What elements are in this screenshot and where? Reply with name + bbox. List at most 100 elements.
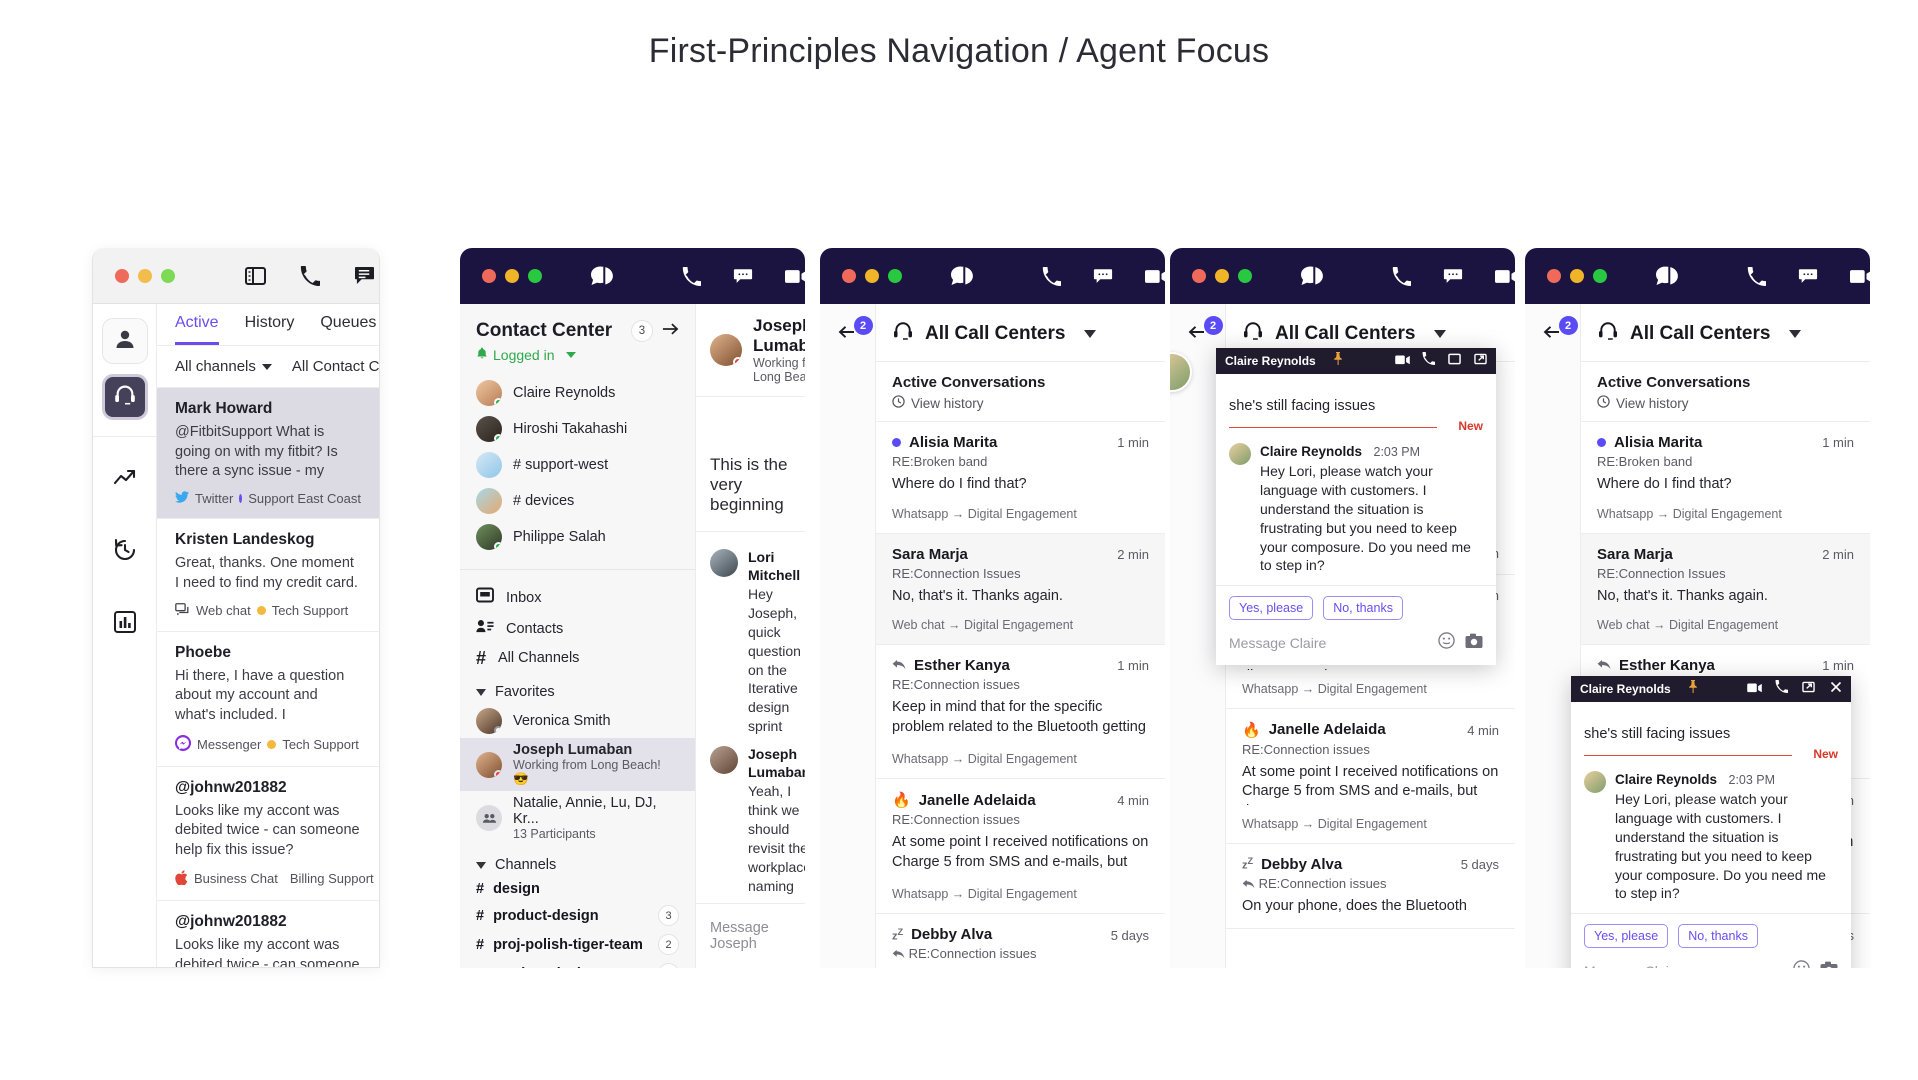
reply-yes-button[interactable]: Yes, please <box>1229 596 1314 621</box>
emoji-icon[interactable] <box>1793 960 1810 968</box>
channel-item[interactable]: # product-design 3 <box>460 901 695 930</box>
rail-trending-button[interactable] <box>102 457 148 503</box>
reply-no-button[interactable]: No, thanks <box>1678 924 1758 949</box>
rail-history-button[interactable] <box>102 529 148 575</box>
rail-reports-button[interactable] <box>102 601 148 647</box>
favorite-row-selected[interactable]: Joseph Lumaban Working from Long Beach! … <box>460 738 695 791</box>
agent-row[interactable]: Philippe Salah <box>460 519 695 555</box>
window-controls[interactable] <box>842 269 902 283</box>
pin-icon[interactable] <box>1333 352 1343 370</box>
conversation-row[interactable]: Sara Marja 2 min RE:Connection Issues No,… <box>876 533 1165 646</box>
close-window-dot[interactable] <box>115 268 129 283</box>
conversation-row[interactable]: Alisia Marita 1 min RE:Broken band Where … <box>1581 422 1870 534</box>
video-icon[interactable] <box>1495 269 1515 284</box>
conversation-row[interactable]: Alisia Marita 1 min RE:Broken band Where … <box>876 422 1165 534</box>
maximize-window-dot[interactable] <box>161 268 175 283</box>
back-button[interactable]: 2 <box>838 316 873 340</box>
favorite-row[interactable]: Veronica Smith <box>460 704 695 738</box>
chat-icon[interactable] <box>1443 268 1463 285</box>
phone-icon[interactable] <box>682 266 701 286</box>
window-controls[interactable] <box>1547 269 1607 283</box>
phone-icon[interactable] <box>1042 266 1061 286</box>
camera-icon[interactable] <box>1465 633 1483 654</box>
arrow-right-icon[interactable] <box>662 320 679 342</box>
reply-yes-button[interactable]: Yes, please <box>1584 924 1669 949</box>
favorite-group-row[interactable]: Natalie, Annie, Lu, DJ, Kr... 13 Partici… <box>460 791 695 845</box>
rail-headset-button[interactable] <box>101 374 148 420</box>
back-button[interactable]: 2 <box>1543 316 1578 340</box>
conversation-row[interactable]: Esther Kanya 1 min RE:Connection issues K… <box>876 645 1165 780</box>
minimize-window-dot[interactable] <box>1215 269 1229 283</box>
favorites-header[interactable]: Favorites <box>460 672 695 704</box>
chat-popup-composer[interactable]: Message Claire <box>1571 956 1851 968</box>
close-window-dot[interactable] <box>1192 269 1206 283</box>
phone-icon[interactable] <box>300 265 320 286</box>
conversation-row[interactable]: zZDebby Alva5 days RE:Connection issues … <box>1226 844 1515 930</box>
close-window-dot[interactable] <box>842 269 856 283</box>
tab-history[interactable]: History <box>245 314 295 345</box>
back-button[interactable]: 2 <box>1188 316 1223 340</box>
conversation-row[interactable]: 🔥Janelle Adelaida 4 min RE:Connection iss… <box>1226 709 1515 844</box>
channels-header[interactable]: Channels <box>460 845 695 877</box>
popout-icon[interactable] <box>1802 680 1815 698</box>
channel-item[interactable]: # design <box>460 877 695 901</box>
video-icon[interactable] <box>1850 269 1870 284</box>
conversation-row[interactable]: zZDebby Alva5 days RE:Connection issues … <box>876 914 1165 968</box>
phone-icon[interactable] <box>1392 266 1411 286</box>
channel-item[interactable]: #product-design-eng-... 18 <box>460 959 695 968</box>
conversation-row[interactable]: Sara Marja 2 min RE:Connection Issues No,… <box>1581 533 1870 646</box>
call-center-header[interactable]: All Call Centers <box>876 304 1165 362</box>
filter-contact-centers[interactable]: All Contact C <box>292 358 379 375</box>
tab-queues[interactable]: Queues <box>320 314 376 345</box>
phone-icon[interactable] <box>1747 266 1766 286</box>
nav-item-inbox[interactable]: Inbox <box>460 582 695 613</box>
rail-person-button[interactable] <box>101 318 148 364</box>
chat-icon[interactable] <box>1798 268 1818 285</box>
chat-popup-titlebar[interactable]: Claire Reynolds <box>1216 348 1496 374</box>
nav-item-all-channels[interactable]: # All Channels <box>460 644 695 672</box>
window-controls[interactable] <box>1192 269 1252 283</box>
filter-channels[interactable]: All channels <box>175 358 272 375</box>
phone-icon[interactable] <box>1422 352 1435 370</box>
video-icon[interactable] <box>785 269 805 284</box>
minimize-window-dot[interactable] <box>865 269 879 283</box>
close-window-dot[interactable] <box>482 269 496 283</box>
conversation-item[interactable]: Phoebe Hi there, I have a question about… <box>157 632 379 767</box>
chevron-down-icon[interactable] <box>1434 329 1447 338</box>
chat-icon[interactable] <box>733 268 753 285</box>
close-window-dot[interactable] <box>1547 269 1561 283</box>
view-history-link[interactable]: View history <box>892 395 1149 411</box>
channel-row[interactable]: # devices <box>460 483 695 519</box>
channel-row[interactable]: # support-west <box>460 447 695 483</box>
view-history-link[interactable]: View history <box>1597 395 1854 411</box>
minimize-window-dot[interactable] <box>505 269 519 283</box>
conversation-item[interactable]: Kristen Landeskog Great, thanks. One mom… <box>157 519 379 632</box>
maximize-window-dot[interactable] <box>1593 269 1607 283</box>
video-icon[interactable] <box>1747 680 1762 698</box>
conversation-item[interactable]: @johnw201882 Looks like my accont was de… <box>157 767 379 901</box>
video-icon[interactable] <box>1395 352 1410 370</box>
close-icon[interactable] <box>1830 680 1842 698</box>
message-composer[interactable]: Message Joseph <box>696 903 805 968</box>
chat-icon[interactable] <box>1093 268 1113 285</box>
agent-row[interactable]: Claire Reynolds <box>460 375 695 411</box>
minimize-window-dot[interactable] <box>138 268 152 283</box>
minimize-window-dot[interactable] <box>1570 269 1584 283</box>
tab-active[interactable]: Active <box>175 314 219 345</box>
pin-icon[interactable] <box>1688 680 1698 698</box>
emoji-icon[interactable] <box>1438 632 1455 654</box>
chevron-down-icon[interactable] <box>1084 329 1097 338</box>
chat-icon[interactable] <box>354 266 375 285</box>
window-controls[interactable] <box>482 269 542 283</box>
chat-popup-titlebar[interactable]: Claire Reynolds <box>1571 676 1851 702</box>
window-controls[interactable] <box>115 268 175 283</box>
window-icon[interactable] <box>1448 352 1461 370</box>
agent-row[interactable]: Hiroshi Takahashi <box>460 411 695 447</box>
channel-item[interactable]: # proj-polish-tiger-team 2 <box>460 930 695 959</box>
video-icon[interactable] <box>1145 269 1165 284</box>
conversation-item[interactable]: @johnw201882 Looks like my accont was de… <box>157 901 379 967</box>
popout-icon[interactable] <box>1474 352 1487 370</box>
maximize-window-dot[interactable] <box>888 269 902 283</box>
agent-status[interactable]: Logged in <box>476 347 679 363</box>
maximize-window-dot[interactable] <box>1238 269 1252 283</box>
